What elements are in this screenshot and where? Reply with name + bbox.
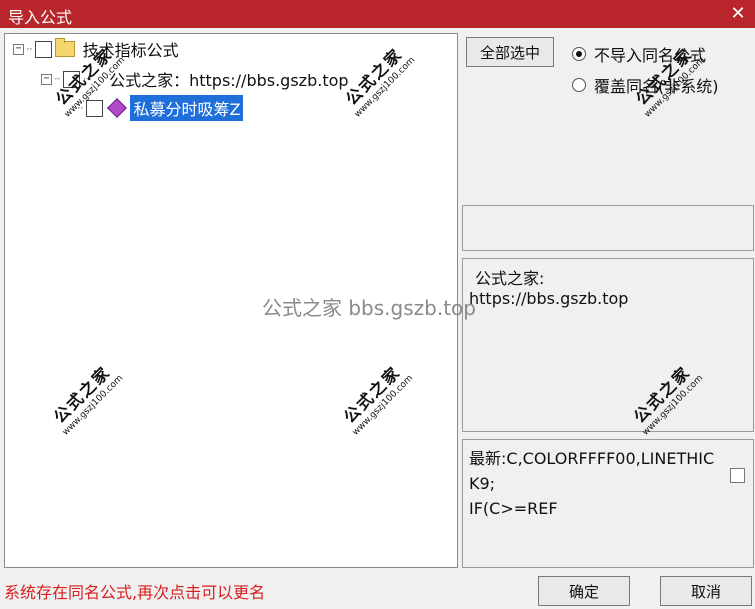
radio-skip-label: 不导入同名公式 [594,46,707,65]
code-checkbox[interactable] [730,468,745,483]
tree-group-row[interactable]: − ·· ··· 公式之家：https://bbs.gszb.top [41,68,349,90]
title-bar: 导入公式 ✕ [0,0,755,28]
close-icon[interactable]: ✕ [727,3,749,25]
item-checkbox[interactable] [85,99,103,117]
formula-icon [107,98,128,118]
folder-icon [54,38,75,57]
tree-root-row[interactable]: − ·· 技术指标公式 [13,38,179,60]
tree-item-row[interactable]: ·· · 私募分时吸筹Z [77,95,244,121]
info-field [462,205,754,251]
select-all-button[interactable]: 全部选中 [466,37,554,67]
collapse-icon[interactable]: − [41,73,52,85]
cancel-button[interactable]: 取消 [660,576,752,606]
radio-overwrite-icon[interactable] [572,78,586,92]
tree-root-label: 技术指标公式 [82,41,179,60]
root-checkbox[interactable] [34,40,52,58]
tree-item-label[interactable]: 私募分时吸筹Z [130,95,244,121]
group-icon: ··· [82,72,93,86]
radio-overwrite-label: 覆盖同名(非系统) [594,77,719,96]
formula-code: 最新:C,COLORFFFF00,LINETHICK9; IF(C>=REF [469,449,715,518]
radio-skip-same-name[interactable]: 不导入同名公式 [572,42,706,66]
description-line-2: https://bbs.gszb.top [469,289,629,308]
group-checkbox[interactable] [62,70,80,88]
status-message: 系统存在同名公式,再次点击可以更名 [4,583,266,602]
tree-group-label: 公式之家：https://bbs.gszb.top [109,71,349,90]
description-line-1: 公式之家: [475,269,545,288]
formula-code-box[interactable]: 最新:C,COLORFFFF00,LINETHICK9; IF(C>=REF [462,439,754,568]
radio-skip-icon[interactable] [572,47,586,61]
formula-description: 公式之家: https://bbs.gszb.top [462,258,754,432]
window-title: 导入公式 [8,8,73,27]
radio-overwrite-same-name[interactable]: 覆盖同名(非系统) [572,73,719,97]
formula-tree[interactable]: − ·· 技术指标公式 − ·· ··· 公式之家：https://bbs.gs… [4,33,458,568]
ok-button[interactable]: 确定 [538,576,630,606]
options-panel: 全部选中 不导入同名公式 覆盖同名(非系统) 公式之家: https://bbs… [460,33,755,568]
collapse-icon[interactable]: − [13,43,24,55]
